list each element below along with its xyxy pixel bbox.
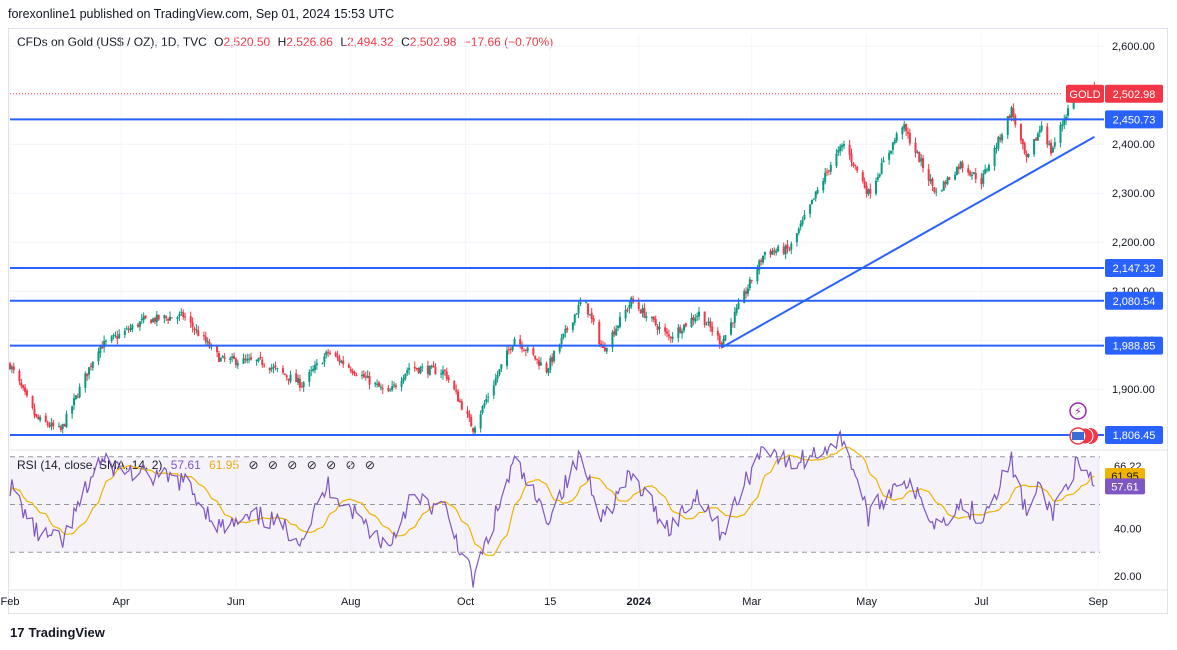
symbol-legend: CFDs on Gold (US$ / OZ), 1D, TVC O2,520.… xyxy=(17,35,553,49)
brand-text: TradingView xyxy=(28,625,105,640)
symbol-title[interactable]: CFDs on Gold (US$ / OZ), 1D, TVC xyxy=(17,35,207,49)
eye-icon[interactable]: ⊘ xyxy=(287,458,297,472)
eye-icon[interactable]: ⊘ xyxy=(326,458,336,472)
eye-icon[interactable]: ⊘ xyxy=(365,458,375,472)
eye-icon[interactable]: ⊘ xyxy=(307,458,317,472)
tradingview-brand[interactable]: 17 TradingView xyxy=(10,625,105,640)
eye-icon[interactable]: ⊘ xyxy=(248,458,258,472)
low-value: 2,494.32 xyxy=(347,35,394,49)
close-label: C xyxy=(401,35,410,49)
open-value: 2,520.50 xyxy=(223,35,271,49)
rsi-legend: RSI (14, close, SMA, 14, 2) 57.61 61.95 … xyxy=(17,458,375,472)
eye-icon[interactable]: ⊘ xyxy=(346,458,356,472)
rsi-legend-sma: 61.95 xyxy=(209,458,240,472)
low-label: L xyxy=(340,35,347,49)
high-label: H xyxy=(277,35,287,49)
open-label: O xyxy=(214,35,224,49)
high-value: 2,526.86 xyxy=(286,35,333,49)
chart-frame xyxy=(8,28,1168,614)
tradingview-logo-icon: 17 xyxy=(10,625,25,640)
rsi-legend-value: 57.61 xyxy=(170,458,201,472)
change-value: −17.66 (−0.70%) xyxy=(463,35,554,49)
eye-icon[interactable]: ⊘ xyxy=(268,458,278,472)
close-value: 2,502.98 xyxy=(409,35,457,49)
publisher-line: forexonline1 published on TradingView.co… xyxy=(8,7,395,21)
rsi-title[interactable]: RSI (14, close, SMA, 14, 2) xyxy=(17,458,162,472)
